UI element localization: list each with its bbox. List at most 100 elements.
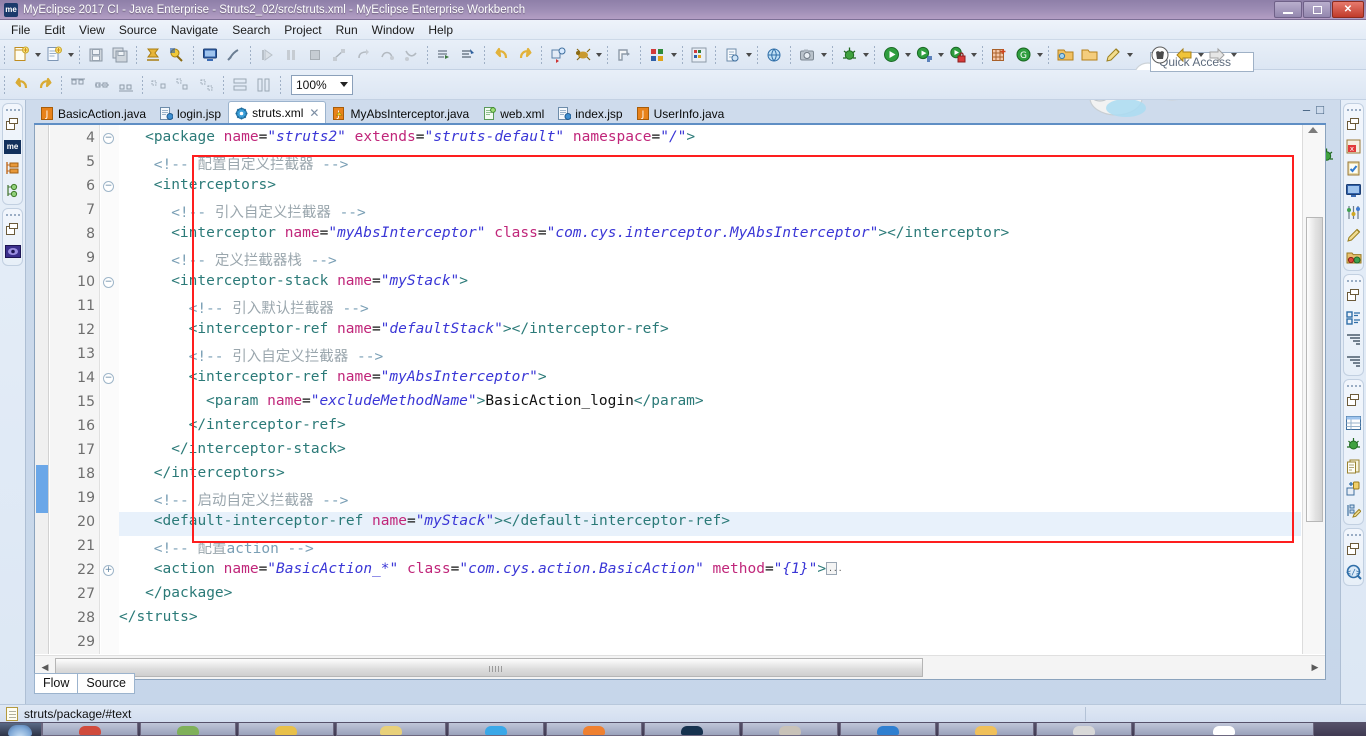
vertical-scroll-thumb[interactable] [1306, 217, 1323, 522]
fold-expand-icon[interactable]: + [103, 565, 114, 576]
open-type-icon[interactable] [433, 44, 455, 66]
drag-handle-dots[interactable] [4, 106, 21, 112]
snapshot-dropdown[interactable] [819, 44, 828, 66]
menu-view[interactable]: View [72, 22, 112, 38]
tab-source[interactable]: Source [77, 673, 136, 694]
tab-flow[interactable]: Flow [34, 673, 79, 694]
editor-tab-login-jsp[interactable]: login.jsp [153, 102, 228, 124]
documents-icon[interactable] [1344, 457, 1364, 476]
drag-handle-dots[interactable] [1345, 277, 1362, 283]
task-item-12[interactable] [1134, 723, 1314, 736]
match-height-icon[interactable] [253, 74, 275, 96]
ant-dropdown[interactable] [594, 44, 603, 66]
fold-collapse-icon[interactable]: − [103, 181, 114, 192]
drag-handle-dots[interactable] [1345, 382, 1362, 388]
editor-tab-struts-xml[interactable]: struts.xml ✕ [228, 101, 327, 124]
step-into-icon[interactable] [400, 44, 422, 66]
task-item-8[interactable] [742, 723, 838, 736]
horizontal-scrollbar[interactable]: ◀ ▶ [35, 655, 1325, 679]
console-icon[interactable] [1344, 181, 1364, 200]
annotation-ruler[interactable] [35, 125, 49, 654]
package-deploy-icon[interactable] [1344, 247, 1364, 266]
disconnect-icon[interactable] [328, 44, 350, 66]
drag-handle-dots[interactable] [1345, 531, 1362, 537]
scroll-up-arrow-icon[interactable] [1308, 127, 1318, 133]
google-icon[interactable]: G [1012, 44, 1034, 66]
menu-edit[interactable]: Edit [37, 22, 72, 38]
google-dropdown[interactable] [1035, 44, 1044, 66]
edit-pencil-icon[interactable] [1102, 44, 1124, 66]
close-icon[interactable]: ✕ [309, 106, 319, 120]
zoom-level-combo[interactable]: 100% [291, 74, 353, 95]
server-icon[interactable] [199, 44, 221, 66]
editor-tab-index-jsp[interactable]: index.jsp [551, 102, 629, 124]
web-browser-icon[interactable] [763, 44, 785, 66]
run-icon[interactable] [880, 44, 902, 66]
new-wizard-dropdown[interactable] [33, 44, 42, 66]
task-item-3[interactable] [238, 723, 334, 736]
save-icon[interactable] [85, 44, 107, 66]
open-folder-icon[interactable] [1054, 44, 1076, 66]
deploy-icon[interactable] [166, 44, 188, 66]
start-button[interactable] [0, 723, 42, 736]
tasks-icon[interactable] [1344, 159, 1364, 178]
perspective-shirt-icon[interactable] [1149, 44, 1171, 66]
menu-search[interactable]: Search [225, 22, 277, 38]
menu-window[interactable]: Window [365, 22, 422, 38]
restore-view-icon[interactable] [1344, 391, 1364, 410]
outline-icon[interactable] [1344, 308, 1364, 327]
task-item-6[interactable] [546, 723, 642, 736]
indent-view2-icon[interactable] [1344, 352, 1364, 371]
external-tools-icon[interactable] [613, 44, 635, 66]
outline-tree-icon[interactable] [3, 159, 23, 178]
run-last-tool-icon[interactable] [547, 44, 569, 66]
hierarchy-icon[interactable] [3, 181, 23, 200]
problems-icon[interactable]: x [1344, 137, 1364, 156]
maximize-button[interactable] [1303, 1, 1331, 18]
open-resource-dropdown[interactable] [744, 44, 753, 66]
horizontal-scroll-track[interactable] [55, 657, 1305, 679]
menu-navigate[interactable]: Navigate [164, 22, 225, 38]
task-item-9[interactable] [840, 723, 936, 736]
back-arrow-icon[interactable] [1173, 44, 1195, 66]
menu-file[interactable]: File [4, 22, 37, 38]
indent-view-icon[interactable] [1344, 330, 1364, 349]
debug-bug-icon[interactable] [1344, 435, 1364, 454]
task-item-4[interactable] [336, 723, 446, 736]
vertical-scrollbar[interactable] [1302, 125, 1325, 654]
minimize-button[interactable] [1274, 1, 1302, 18]
source-editor[interactable]: 4 5 6 7 8 9 10 11 12 13 14 15 16 17 18 19 20 21 22 27 28 29 −… [34, 125, 1326, 680]
disable-validation-icon[interactable] [223, 44, 245, 66]
step-over-icon[interactable] [376, 44, 398, 66]
color-palette-icon[interactable] [646, 44, 668, 66]
restore-view-icon[interactable] [3, 220, 23, 239]
coverage-icon[interactable] [946, 44, 968, 66]
save-all-icon[interactable] [109, 44, 131, 66]
undo-icon[interactable] [490, 44, 512, 66]
redo-icon[interactable] [34, 74, 56, 96]
open-resource-icon[interactable] [721, 44, 743, 66]
step-return-icon[interactable] [352, 44, 374, 66]
align-middle-icon[interactable] [91, 74, 113, 96]
restore-view-icon[interactable] [1344, 540, 1364, 559]
distribute-h-icon[interactable] [148, 74, 170, 96]
servers-icon[interactable] [1344, 203, 1364, 222]
distribute-icon[interactable] [196, 74, 218, 96]
match-width-icon[interactable] [229, 74, 251, 96]
redo-icon[interactable] [514, 44, 536, 66]
run-config-dropdown[interactable] [936, 44, 945, 66]
new-jsp-dropdown[interactable] [66, 44, 75, 66]
undo-icon[interactable] [10, 74, 32, 96]
coverage-dropdown[interactable] [969, 44, 978, 66]
menu-source[interactable]: Source [112, 22, 164, 38]
restore-view-icon[interactable] [1344, 286, 1364, 305]
ant-build-icon[interactable] [571, 44, 593, 66]
resume-icon[interactable] [256, 44, 278, 66]
terminate-icon[interactable] [304, 44, 326, 66]
minimize-stack-icon[interactable]: – [1303, 102, 1310, 117]
run-dropdown[interactable] [903, 44, 912, 66]
restore-view-icon[interactable] [1344, 115, 1364, 134]
myeclipse-explorer-icon[interactable]: me [3, 137, 23, 156]
align-bottom-icon[interactable] [115, 74, 137, 96]
editor-tab-userinfo-java[interactable]: J UserInfo.java [630, 102, 732, 124]
